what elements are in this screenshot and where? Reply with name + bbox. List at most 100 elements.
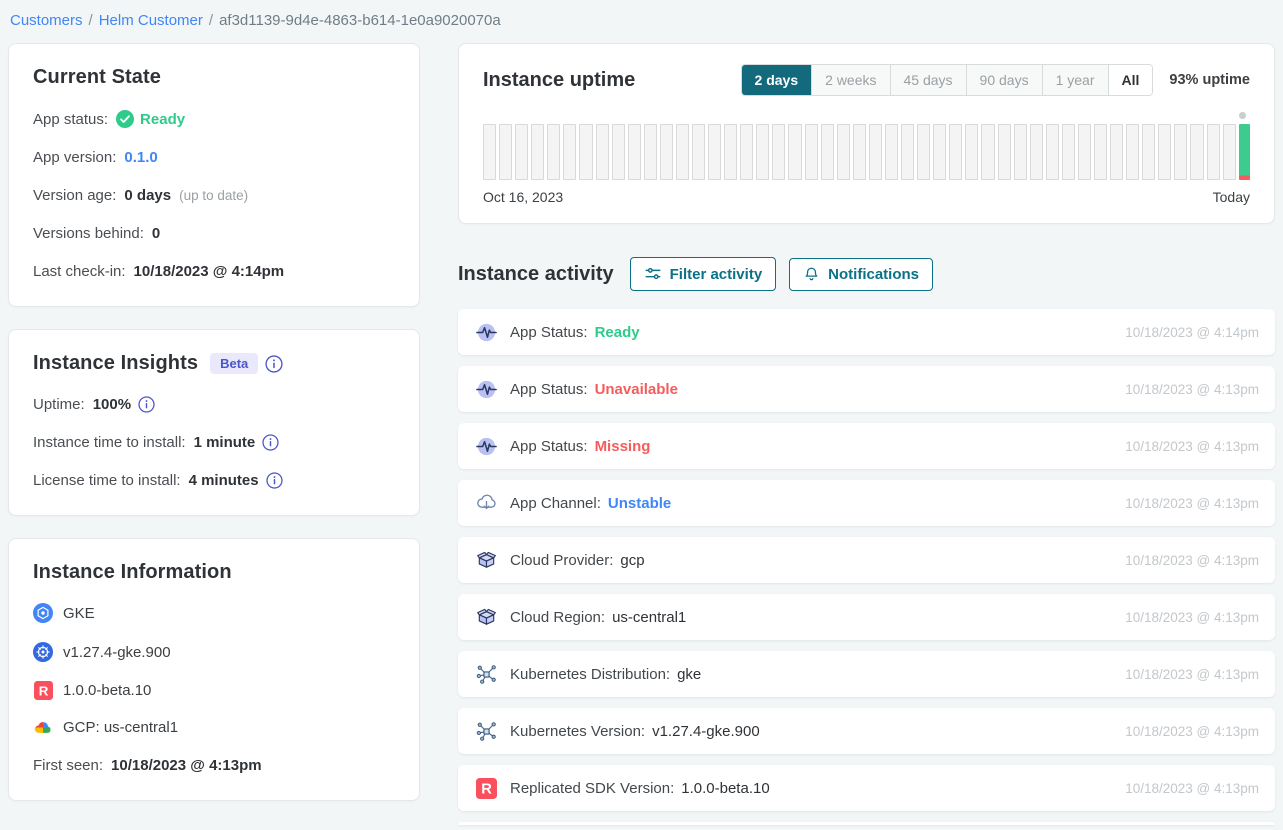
uptime-bar[interactable] <box>1174 124 1187 180</box>
activity-row[interactable]: App Status: Ready 10/18/2023 @ 4:14pm <box>458 309 1275 355</box>
uptime-bar[interactable] <box>1158 124 1171 180</box>
uptime-bar[interactable] <box>1062 124 1075 180</box>
uptime-bar[interactable] <box>724 124 737 180</box>
kubernetes-icon <box>33 642 53 662</box>
instance-info-text: GCP: us-central1 <box>63 719 178 736</box>
uptime-bar[interactable] <box>1014 124 1027 180</box>
notifications-button[interactable]: Notifications <box>789 258 933 291</box>
last-checkin-row: Last check-in: 10/18/2023 @ 4:14pm <box>33 263 395 280</box>
instance-info-text: GKE <box>63 605 95 622</box>
activity-row[interactable]: App Status: Missing 10/18/2023 @ 4:13pm <box>458 423 1275 469</box>
uptime-bar[interactable] <box>1207 124 1220 180</box>
info-icon[interactable] <box>266 472 283 489</box>
info-icon[interactable] <box>262 434 279 451</box>
uptime-bar[interactable] <box>1110 124 1123 180</box>
uptime-bar[interactable] <box>1126 124 1139 180</box>
uptime-bar[interactable] <box>579 124 592 180</box>
uptime-bar[interactable] <box>692 124 705 180</box>
instance-information-title: Instance Information <box>33 561 395 584</box>
uptime-bar[interactable] <box>1078 124 1091 180</box>
uptime-bar[interactable] <box>1030 124 1043 180</box>
range-button-45days[interactable]: 45 days <box>891 65 967 95</box>
uptime-bar[interactable] <box>547 124 560 180</box>
uptime-bar[interactable] <box>644 124 657 180</box>
uptime-percentage: 93% uptime <box>1169 72 1250 88</box>
instance-insights-card: Instance Insights Beta Uptime: 100% Inst… <box>8 329 420 516</box>
uptime-bar[interactable] <box>1223 124 1236 180</box>
uptime-axis-labels: Oct 16, 2023 Today <box>483 189 1250 205</box>
range-button-1year[interactable]: 1 year <box>1043 65 1109 95</box>
uptime-bar[interactable] <box>483 124 496 180</box>
uptime-bar[interactable] <box>821 124 834 180</box>
app-status-text: Ready <box>140 111 185 128</box>
activity-row[interactable]: Kubernetes Distribution: gke 10/18/2023 … <box>458 651 1275 697</box>
last-checkin-label: Last check-in: <box>33 263 126 280</box>
activity-timestamp: 10/18/2023 @ 4:13pm <box>1125 439 1259 454</box>
uptime-bar[interactable] <box>1046 124 1059 180</box>
versions-behind-label: Versions behind: <box>33 225 144 242</box>
activity-label: App Channel: <box>510 495 601 512</box>
activity-row[interactable]: App Channel: Unstable 10/18/2023 @ 4:13p… <box>458 480 1275 526</box>
breadcrumb-link-customer[interactable]: Helm Customer <box>99 12 203 29</box>
uptime-bar[interactable] <box>628 124 641 180</box>
activity-header: Instance activity Filter activity Notifi… <box>458 257 1275 291</box>
range-button-2days[interactable]: 2 days <box>742 65 813 95</box>
activity-timestamp: 10/18/2023 @ 4:13pm <box>1125 724 1259 739</box>
network-icon <box>474 663 498 686</box>
uptime-controls: 2 days 2 weeks 45 days 90 days 1 year Al… <box>741 64 1250 96</box>
uptime-bar[interactable] <box>1190 124 1203 180</box>
uptime-bar-current[interactable] <box>1239 124 1250 180</box>
uptime-bar[interactable] <box>788 124 801 180</box>
last-checkin-value: 10/18/2023 @ 4:14pm <box>134 263 285 280</box>
uptime-bar[interactable] <box>756 124 769 180</box>
instance-insights-title-row: Instance Insights Beta <box>33 352 395 375</box>
activity-row[interactable]: R Replicated SDK Version: 1.0.0-beta.10 … <box>458 765 1275 811</box>
range-button-2weeks[interactable]: 2 weeks <box>812 65 890 95</box>
uptime-bar[interactable] <box>740 124 753 180</box>
uptime-bar[interactable] <box>515 124 528 180</box>
info-icon[interactable] <box>265 355 283 373</box>
activity-row[interactable]: Kubernetes Version: v1.27.4-gke.900 10/1… <box>458 708 1275 754</box>
uptime-bar[interactable] <box>708 124 721 180</box>
uptime-bar[interactable] <box>563 124 576 180</box>
uptime-value: 100% <box>93 396 131 413</box>
activity-label: App Status: <box>510 381 588 398</box>
uptime-bars[interactable] <box>483 124 1250 180</box>
uptime-bar[interactable] <box>933 124 946 180</box>
uptime-bar[interactable] <box>998 124 1011 180</box>
instance-info-item: GCP: us-central1 <box>33 719 395 736</box>
activity-value: Missing <box>595 438 651 455</box>
info-icon[interactable] <box>138 396 155 413</box>
uptime-bar[interactable] <box>612 124 625 180</box>
uptime-bar[interactable] <box>531 124 544 180</box>
breadcrumb-link-customers[interactable]: Customers <box>10 12 83 29</box>
activity-row[interactable]: Cloud Provider: gcp 10/18/2023 @ 4:13pm <box>458 537 1275 583</box>
uptime-bar[interactable] <box>596 124 609 180</box>
activity-row[interactable]: Cloud Region: us-central1 10/18/2023 @ 4… <box>458 594 1275 640</box>
uptime-bar[interactable] <box>1142 124 1155 180</box>
activity-row[interactable]: App Status: Unavailable 10/18/2023 @ 4:1… <box>458 366 1275 412</box>
uptime-bar[interactable] <box>837 124 850 180</box>
uptime-bar[interactable] <box>885 124 898 180</box>
range-button-all[interactable]: All <box>1109 65 1153 95</box>
uptime-bar[interactable] <box>917 124 930 180</box>
notifications-label: Notifications <box>828 266 919 283</box>
uptime-bar[interactable] <box>676 124 689 180</box>
uptime-bar[interactable] <box>965 124 978 180</box>
uptime-bar[interactable] <box>660 124 673 180</box>
range-button-90days[interactable]: 90 days <box>967 65 1043 95</box>
uptime-bar[interactable] <box>1094 124 1107 180</box>
activity-timestamp: 10/18/2023 @ 4:13pm <box>1125 610 1259 625</box>
uptime-bar[interactable] <box>981 124 994 180</box>
uptime-header: Instance uptime 2 days 2 weeks 45 days 9… <box>483 64 1250 96</box>
uptime-bar[interactable] <box>772 124 785 180</box>
uptime-bar[interactable] <box>853 124 866 180</box>
versions-behind-row: Versions behind: 0 <box>33 225 395 242</box>
uptime-bar[interactable] <box>499 124 512 180</box>
uptime-bar[interactable] <box>949 124 962 180</box>
app-version-link[interactable]: 0.1.0 <box>124 149 157 166</box>
uptime-bar[interactable] <box>901 124 914 180</box>
uptime-bar[interactable] <box>805 124 818 180</box>
filter-activity-button[interactable]: Filter activity <box>630 257 777 291</box>
uptime-bar[interactable] <box>869 124 882 180</box>
